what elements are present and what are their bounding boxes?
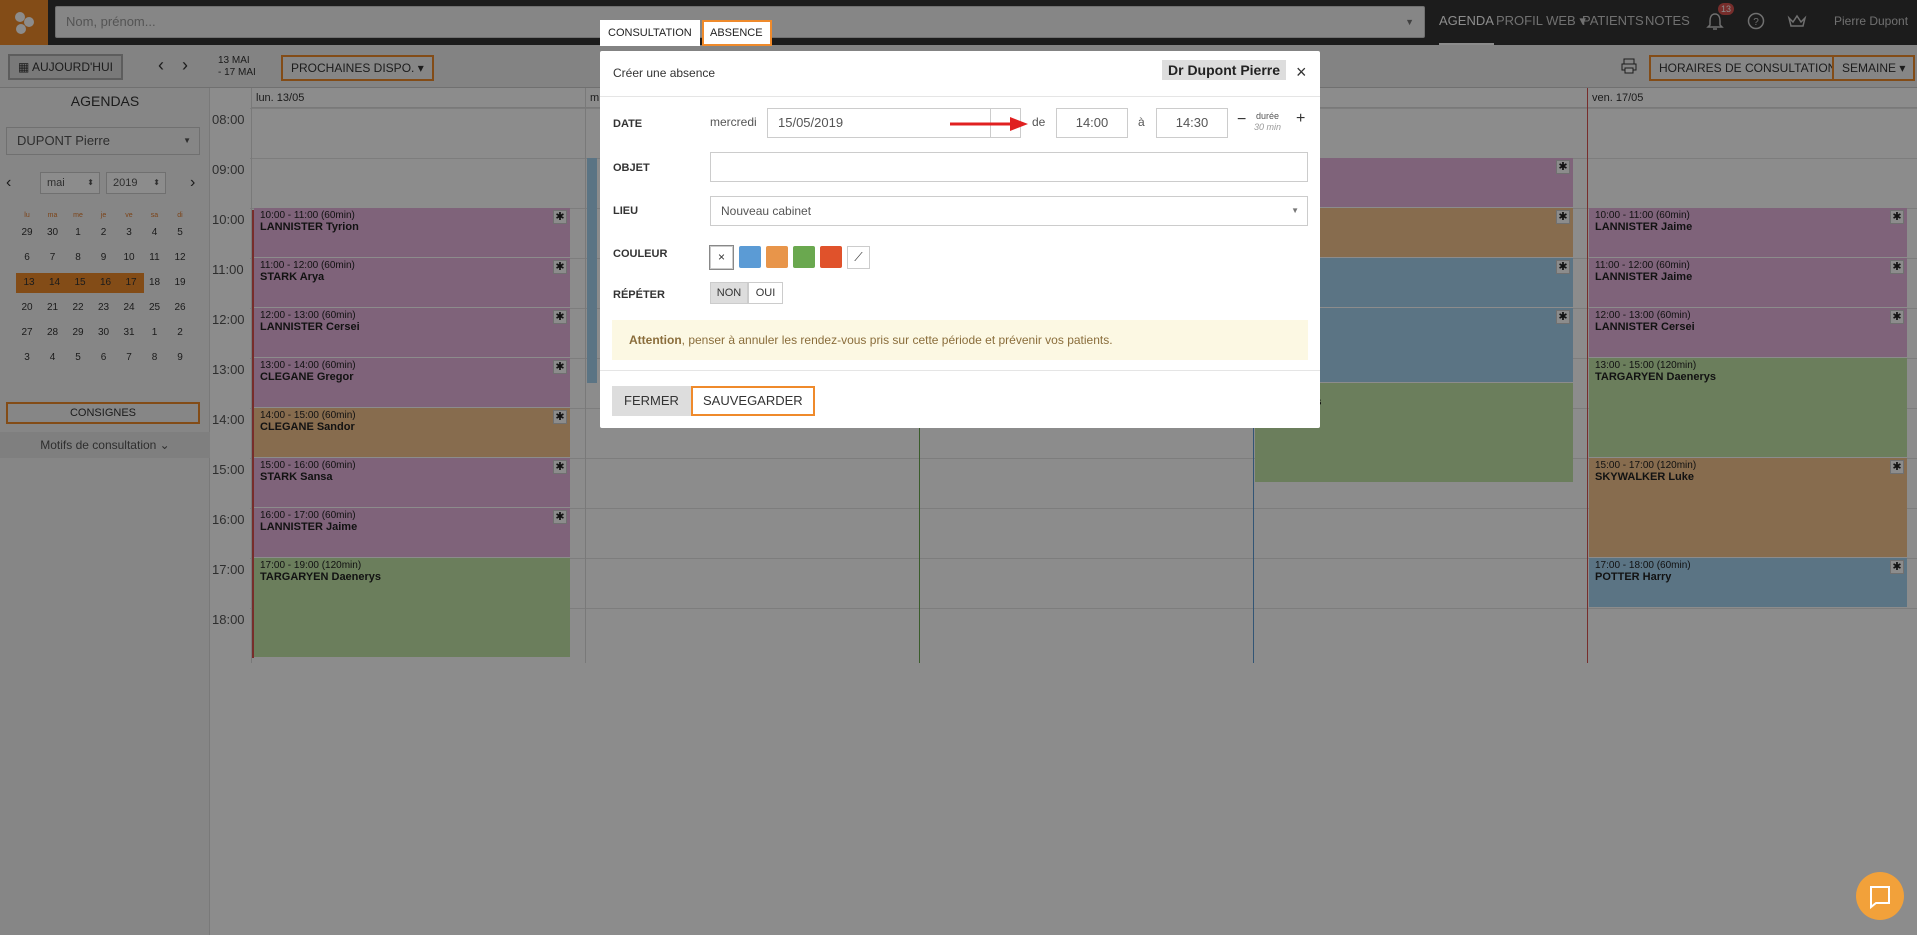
- color-swatch[interactable]: [766, 246, 788, 268]
- start-time-input[interactable]: 14:00: [1056, 108, 1128, 138]
- modal-title: Créer une absence: [613, 66, 716, 80]
- tab-consultation[interactable]: CONSULTATION: [600, 20, 700, 46]
- close-button[interactable]: FERMER: [612, 386, 691, 416]
- save-button[interactable]: SAUVEGARDER: [691, 386, 815, 416]
- chat-widget-button[interactable]: [1856, 872, 1904, 920]
- warning-alert: Attention, penser à annuler les rendez-v…: [612, 320, 1308, 360]
- no-color-swatch[interactable]: ×: [709, 245, 734, 270]
- warning-title: Attention: [629, 333, 682, 347]
- end-time-input[interactable]: 14:30: [1156, 108, 1228, 138]
- modal-footer-divider: [600, 370, 1320, 371]
- color-label: COULEUR: [613, 248, 668, 260]
- warning-text: , penser à annuler les rendez-vous pris …: [681, 333, 1113, 347]
- object-label: OBJET: [613, 162, 650, 174]
- place-select[interactable]: Nouveau cabinet ▼: [710, 196, 1308, 226]
- modal-header: Créer une absence Dr Dupont Pierre ×: [600, 51, 1320, 97]
- repeat-label: RÉPÉTER: [613, 289, 665, 301]
- color-swatch[interactable]: [820, 246, 842, 268]
- weekday-text: mercredi: [710, 115, 757, 129]
- date-label: DATE: [613, 118, 643, 130]
- create-absence-modal: Créer une absence Dr Dupont Pierre × DAT…: [600, 51, 1320, 428]
- close-icon[interactable]: ×: [1296, 62, 1307, 83]
- object-input[interactable]: [710, 152, 1308, 182]
- red-arrow-annotation: [950, 115, 1030, 138]
- repeat-no-toggle[interactable]: NON: [710, 282, 748, 304]
- place-label: LIEU: [613, 205, 639, 217]
- tab-absence[interactable]: ABSENCE: [702, 20, 772, 46]
- repeat-yes-toggle[interactable]: OUI: [748, 282, 783, 304]
- duration-display: durée 30 min: [1254, 111, 1282, 132]
- chevron-down-icon: ▼: [1291, 206, 1299, 215]
- decrease-duration-button[interactable]: −: [1237, 111, 1246, 129]
- color-swatch[interactable]: [793, 246, 815, 268]
- doctor-badge: Dr Dupont Pierre: [1162, 60, 1287, 80]
- from-label: de: [1032, 115, 1046, 129]
- custom-color-picker-icon[interactable]: ⟋: [847, 246, 870, 269]
- increase-duration-button[interactable]: +: [1296, 110, 1305, 128]
- to-label: à: [1138, 115, 1145, 129]
- color-swatch[interactable]: [739, 246, 761, 268]
